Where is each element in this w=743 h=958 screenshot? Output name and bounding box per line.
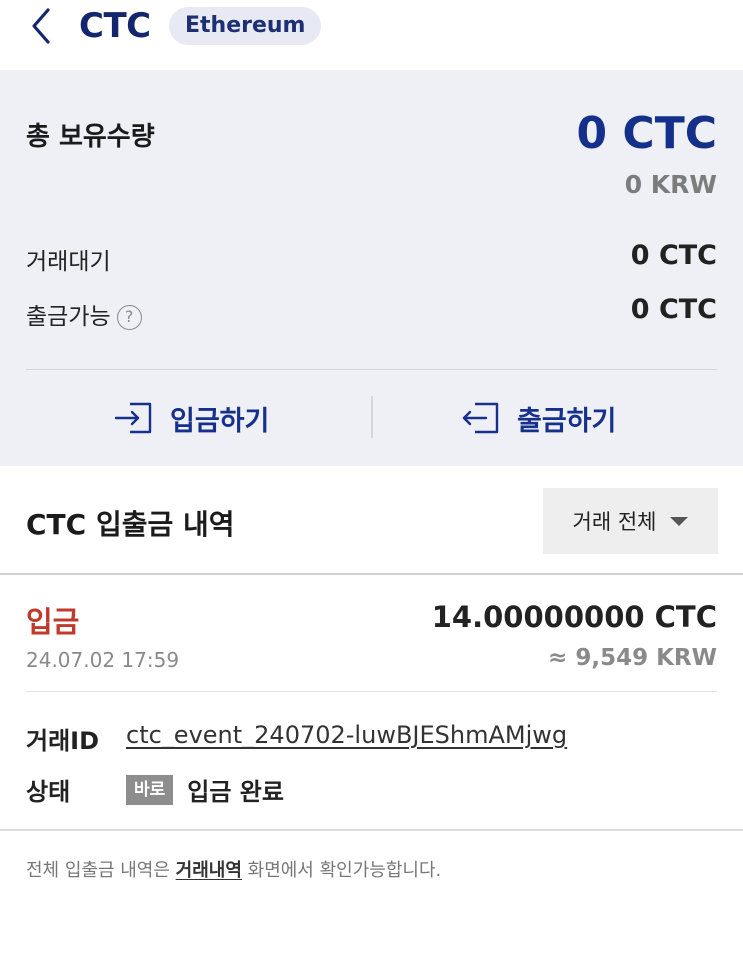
caret-down-icon (670, 516, 689, 526)
action-separator (371, 396, 373, 438)
status-text: 입금 완료 (187, 778, 284, 806)
status-badge: 바로 (126, 774, 174, 805)
transaction-date: 24.07.02 17:59 (26, 648, 180, 672)
network-badge: Ethereum (169, 7, 322, 45)
txid-link[interactable]: ctc_event_240702-luwBJEShmAMjwg (126, 721, 567, 749)
footer-divider (0, 829, 743, 831)
deposit-button[interactable]: 입금하기 (114, 396, 269, 440)
transaction-divider (26, 691, 717, 692)
withdrawable-label-row: 출금가능? (26, 297, 142, 331)
help-icon[interactable]: ? (116, 305, 142, 330)
login-arrow-icon (114, 402, 152, 434)
transaction-amount: 14.00000000 CTC (431, 600, 717, 634)
total-holdings-krw: 0 KRW (624, 170, 717, 199)
status-label: 상태 (26, 778, 71, 806)
balance-summary-panel: 총 보유수량 0 CTC 0 KRW 거래대기 0 CTC 출금가능? 0 CT… (0, 70, 743, 466)
deposit-label: 입금하기 (170, 405, 270, 437)
pending-value: 0 CTC (630, 240, 717, 271)
withdraw-label: 출금하기 (517, 405, 617, 437)
status-row: 바로 입금 완료 (126, 772, 284, 807)
logout-arrow-icon (462, 402, 499, 434)
transaction-type: 입금 (26, 605, 80, 639)
txid-label: 거래ID (26, 727, 100, 755)
summary-divider (26, 369, 717, 370)
total-holdings-label: 총 보유수량 (26, 122, 155, 152)
withdrawable-label: 출금가능 (26, 304, 111, 330)
footnote: 전체 입출금 내역은 거래내역 화면에서 확인가능합니다. (26, 856, 441, 882)
total-holdings-amount: 0 CTC (576, 108, 717, 159)
transaction-history-link[interactable]: 거래내역 (176, 860, 242, 881)
history-title: CTC 입출금 내역 (26, 508, 235, 541)
footnote-prefix: 전체 입출금 내역은 (26, 860, 176, 881)
history-divider (0, 573, 743, 575)
withdrawable-value: 0 CTC (630, 294, 717, 325)
chevron-left-icon (32, 8, 50, 44)
filter-label: 거래 전체 (572, 510, 657, 534)
transaction-krw: ≈ 9,549 KRW (548, 645, 717, 671)
page-title: CTC (79, 6, 151, 46)
back-button[interactable] (22, 6, 62, 46)
withdraw-button[interactable]: 출금하기 (461, 396, 616, 440)
top-bar: CTC Ethereum (0, 0, 743, 70)
transaction-filter-dropdown[interactable]: 거래 전체 (543, 488, 718, 554)
footnote-suffix: 화면에서 확인가능합니다. (241, 860, 442, 881)
pending-label: 거래대기 (26, 249, 111, 275)
